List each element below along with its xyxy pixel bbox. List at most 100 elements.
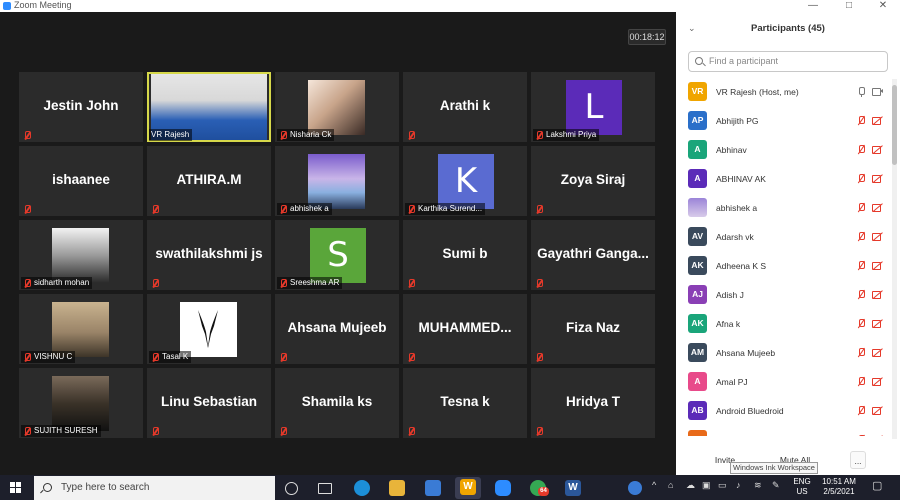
video-tile[interactable]: Hridya T <box>531 368 655 438</box>
video-tile[interactable]: S Sreeshma AR <box>275 220 399 290</box>
video-tile[interactable]: VISHNU C <box>19 294 143 364</box>
video-tile[interactable]: sidharth mohan <box>19 220 143 290</box>
participant-name: Abhinav <box>716 145 747 155</box>
taskbar-search-input[interactable]: Type here to search <box>34 476 275 500</box>
word-icon[interactable]: W <box>565 480 581 496</box>
video-tile[interactable]: Tasal K <box>147 294 271 364</box>
camera-icon[interactable]: ▣ <box>702 480 711 491</box>
task-view-icon[interactable] <box>318 483 332 494</box>
video-tile[interactable]: Sumi b <box>403 220 527 290</box>
participant-row[interactable]: A ABHINAV AK <box>676 166 890 195</box>
mic-muted-icon[interactable] <box>856 173 867 184</box>
cloud-icon[interactable]: ☁ <box>686 480 695 491</box>
mic-muted-icon[interactable] <box>856 202 867 213</box>
camera-off-icon[interactable] <box>872 231 883 242</box>
participant-row[interactable]: AV Adarsh vk <box>676 224 890 253</box>
mic-muted-icon[interactable] <box>856 289 867 300</box>
taskbar-clock[interactable]: 10:51 AM 2/5/2021 <box>815 477 863 497</box>
camera-off-icon[interactable] <box>872 376 883 387</box>
more-button[interactable]: ... <box>850 451 866 469</box>
mic-muted-icon[interactable] <box>856 144 867 155</box>
participant-search-input[interactable]: Find a participant <box>688 51 888 72</box>
camera-off-icon[interactable] <box>872 405 883 416</box>
avatar: AV <box>688 227 707 246</box>
mic-muted-icon[interactable] <box>856 434 867 436</box>
participant-row[interactable]: AK Adheena K S <box>676 253 890 282</box>
participant-row[interactable]: AB Android Bluedroid <box>676 398 890 427</box>
camera-off-icon[interactable] <box>872 318 883 329</box>
network-icon[interactable]: ⌂ <box>668 480 673 490</box>
windows-start-icon[interactable] <box>10 482 22 494</box>
video-tile[interactable]: Jestin John <box>19 72 143 142</box>
cortana-icon[interactable] <box>285 482 298 495</box>
mic-muted-icon[interactable] <box>856 260 867 271</box>
close-button[interactable]: ✕ <box>866 0 900 12</box>
video-tile[interactable]: VR Rajesh <box>147 72 271 142</box>
video-tile[interactable]: Ahsana Mujeeb <box>275 294 399 364</box>
store-icon[interactable] <box>425 480 441 496</box>
video-tile[interactable]: L Lakshmi Priya <box>531 72 655 142</box>
video-tile[interactable]: abhishek a <box>275 146 399 216</box>
participant-name: Linu Sebastian <box>160 394 258 409</box>
participant-row[interactable]: abhishek a <box>676 195 890 224</box>
camera-off-icon[interactable] <box>872 434 883 436</box>
participant-name: ishaanee <box>52 172 110 187</box>
camera-off-icon[interactable] <box>872 347 883 358</box>
participant-name: Tesna k <box>440 394 490 409</box>
mic-muted-icon[interactable] <box>856 347 867 358</box>
pen-icon[interactable]: ✎ <box>772 480 780 491</box>
participant-row[interactable]: VR VR Rajesh (Host, me) <box>676 79 890 108</box>
video-tile[interactable]: Zoya Siraj <box>531 146 655 216</box>
mic-icon[interactable] <box>856 86 867 97</box>
zoom-app-icon[interactable] <box>495 480 511 496</box>
camera-icon[interactable] <box>872 86 883 97</box>
mic-muted-icon[interactable] <box>856 318 867 329</box>
file-explorer-icon[interactable] <box>389 480 405 496</box>
video-tile[interactable]: K Karthika Surend... <box>403 146 527 216</box>
participant-row[interactable]: AK Afna k <box>676 311 890 340</box>
camera-off-icon[interactable] <box>872 115 883 126</box>
participant-row[interactable]: AM Ahsana Mujeeb <box>676 340 890 369</box>
notification-icon[interactable]: ▢ <box>872 479 882 492</box>
video-tile[interactable]: swathilakshmi js <box>147 220 271 290</box>
video-tile[interactable]: ATHIRA.M <box>147 146 271 216</box>
video-tile[interactable]: Arathi k <box>403 72 527 142</box>
mic-muted-icon[interactable] <box>856 376 867 387</box>
video-tile[interactable]: MUHAMMED... <box>403 294 527 364</box>
chevron-up-icon[interactable]: ^ <box>652 480 656 490</box>
video-tile[interactable]: Tesna k <box>403 368 527 438</box>
battery-icon[interactable]: ▭ <box>718 480 727 491</box>
participant-row[interactable]: AJ Adish J <box>676 282 890 311</box>
mic-muted-icon[interactable] <box>856 231 867 242</box>
speaker-icon[interactable]: ♪ <box>736 480 741 490</box>
participant-row[interactable] <box>676 427 890 436</box>
participant-name: MUHAMMED... <box>418 320 512 335</box>
video-tile[interactable]: Gayathri Ganga... <box>531 220 655 290</box>
edge-icon[interactable] <box>354 480 370 496</box>
maximize-button[interactable]: □ <box>832 0 866 12</box>
camera-off-icon[interactable] <box>872 202 883 213</box>
participant-row[interactable]: A Abhinav <box>676 137 890 166</box>
participant-row[interactable]: A Amal PJ <box>676 369 890 398</box>
video-tile[interactable]: Shamila ks <box>275 368 399 438</box>
camera-off-icon[interactable] <box>872 289 883 300</box>
video-tile[interactable]: ishaanee <box>19 146 143 216</box>
camera-off-icon[interactable] <box>872 260 883 271</box>
video-tile[interactable]: Fiza Naz <box>531 294 655 364</box>
participant-row[interactable]: AP Abhijith PG <box>676 108 890 137</box>
minimize-button[interactable]: — <box>796 0 830 12</box>
help-icon[interactable] <box>628 481 642 495</box>
video-tile[interactable]: Linu Sebastian <box>147 368 271 438</box>
camera-off-icon[interactable] <box>872 144 883 155</box>
mic-muted-icon[interactable] <box>856 115 867 126</box>
camera-off-icon[interactable] <box>872 173 883 184</box>
profile-photo <box>308 154 365 209</box>
video-tile[interactable]: Nisharia Ck <box>275 72 399 142</box>
wifi-icon[interactable]: ≋ <box>754 480 762 491</box>
video-tile[interactable]: SUJITH SURESH <box>19 368 143 438</box>
language-indicator[interactable]: ENG US <box>792 477 812 497</box>
whiteboard-icon[interactable]: W <box>455 477 481 499</box>
participant-scrollbar[interactable] <box>892 79 897 439</box>
mic-muted-icon[interactable] <box>856 405 867 416</box>
scrollbar-thumb[interactable] <box>892 85 897 165</box>
